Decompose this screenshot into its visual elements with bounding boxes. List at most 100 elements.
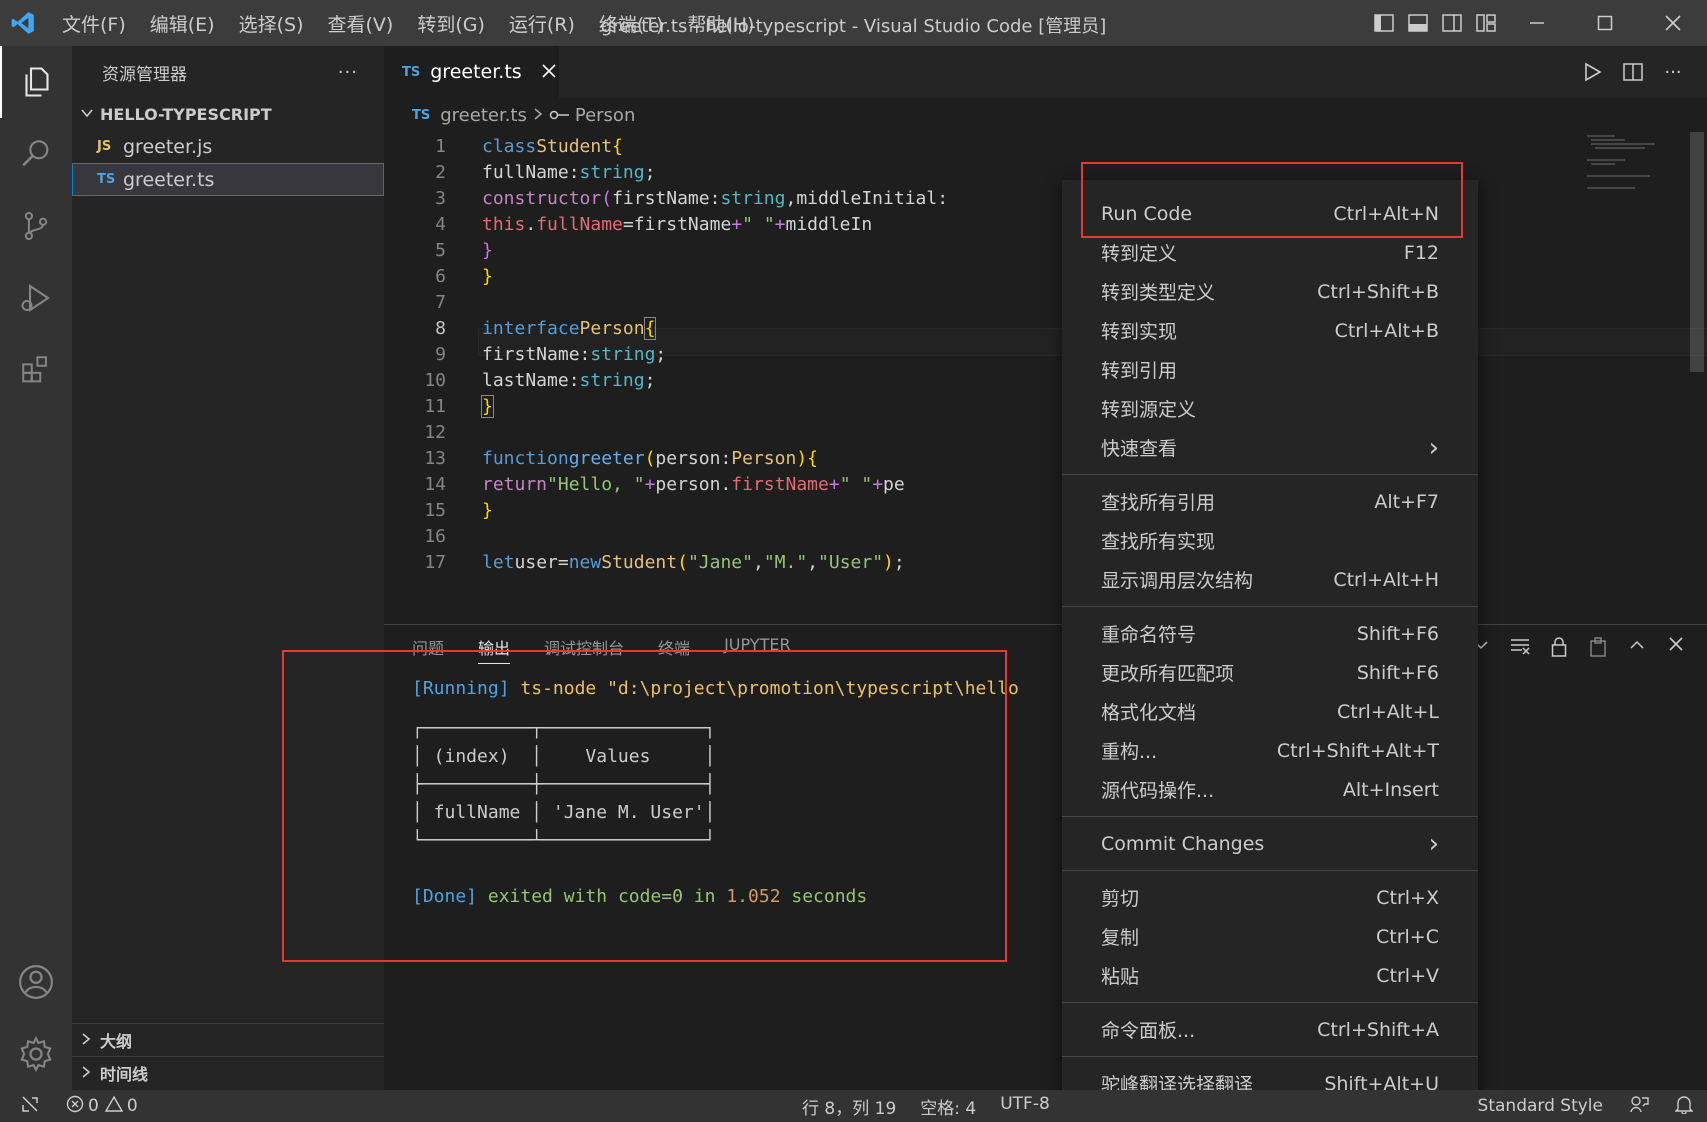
context-menu-item[interactable]: 转到实现 Ctrl+Alt+B bbox=[1062, 311, 1478, 350]
tab-problems[interactable]: 问题 bbox=[412, 635, 444, 664]
tab-terminal[interactable]: 终端 bbox=[658, 635, 690, 664]
search-icon[interactable] bbox=[0, 118, 72, 190]
context-menu-item[interactable]: 查找所有实现 bbox=[1062, 521, 1478, 560]
more-actions-icon[interactable]: ··· bbox=[338, 62, 358, 83]
menu-item-shortcut: Ctrl+Shift+A bbox=[1317, 1018, 1439, 1041]
submenu-chevron-icon: › bbox=[1428, 432, 1439, 463]
tab-jupyter[interactable]: JUPYTER bbox=[724, 635, 791, 664]
context-menu: Run Code Ctrl+Alt+N 转到定义 F12 转到类型定义 Ctrl+Shif… bbox=[1062, 180, 1478, 1100]
menu-view[interactable]: 查看(V) bbox=[328, 10, 394, 37]
code-style[interactable]: Standard Style bbox=[1478, 1096, 1603, 1116]
ts-file-icon: TS bbox=[97, 172, 116, 187]
menu-item-label: 转到实现 bbox=[1101, 321, 1178, 343]
close-tab-icon[interactable] bbox=[542, 61, 556, 83]
context-menu-item[interactable]: 源代码操作... Alt+Insert bbox=[1062, 770, 1478, 809]
source-control-icon[interactable] bbox=[0, 190, 72, 262]
menu-help[interactable]: 帮助(H) bbox=[687, 10, 754, 37]
context-menu-item[interactable]: 命令面板... Ctrl+Shift+A bbox=[1062, 1010, 1478, 1049]
remote-icon[interactable] bbox=[20, 1094, 40, 1119]
interface-symbol-icon bbox=[549, 105, 569, 126]
extensions-icon[interactable] bbox=[0, 334, 72, 406]
menu-item-shortcut: Ctrl+Shift+B bbox=[1317, 280, 1439, 303]
menu-selection[interactable]: 选择(S) bbox=[239, 10, 304, 37]
menu-edit[interactable]: 编辑(E) bbox=[150, 10, 215, 37]
warning-icon[interactable] bbox=[104, 1095, 124, 1118]
file-item-greeter-ts[interactable]: TS greeter.ts bbox=[72, 163, 384, 196]
context-menu-item[interactable]: 显示调用层次结构 Ctrl+Alt+H bbox=[1062, 560, 1478, 599]
menu-item-shortcut: Ctrl+X bbox=[1376, 886, 1439, 909]
context-menu-item[interactable]: 重构... Ctrl+Shift+Alt+T bbox=[1062, 731, 1478, 770]
menu-item-label: 更改所有匹配项 bbox=[1101, 663, 1235, 685]
split-editor-icon[interactable] bbox=[1613, 63, 1653, 81]
notifications-bell-icon[interactable] bbox=[1674, 1094, 1694, 1119]
tab-output[interactable]: 输出 bbox=[478, 635, 511, 664]
lock-icon[interactable] bbox=[1539, 637, 1578, 657]
feedback-icon[interactable] bbox=[1629, 1094, 1649, 1119]
tab-debug-console[interactable]: 调试控制台 bbox=[544, 635, 624, 664]
close-panel-icon[interactable] bbox=[1656, 637, 1695, 657]
indentation[interactable]: 空格: 4 bbox=[920, 1094, 976, 1119]
breadcrumb-file[interactable]: greeter.ts bbox=[440, 105, 527, 126]
menu-item-shortcut: Ctrl+Shift+Alt+T bbox=[1276, 739, 1439, 762]
context-menu-item[interactable]: 快速查看 › bbox=[1062, 428, 1478, 467]
context-menu-item[interactable]: 更改所有匹配项 Shift+F6 bbox=[1062, 653, 1478, 692]
menu-item-label: 查找所有实现 bbox=[1101, 531, 1216, 553]
context-menu-item[interactable]: Run Code Ctrl+Alt+N bbox=[1062, 194, 1478, 233]
toggle-panel-icon[interactable] bbox=[1401, 0, 1435, 46]
context-menu-item[interactable]: Commit Changes › bbox=[1062, 824, 1478, 863]
encoding[interactable]: UTF-8 bbox=[1000, 1094, 1050, 1119]
manage-gear-icon[interactable] bbox=[0, 1018, 72, 1090]
explorer-icon[interactable] bbox=[0, 46, 72, 118]
cursor-position[interactable]: 行 8，列 19 bbox=[802, 1094, 896, 1119]
context-menu-item[interactable]: 查找所有引用 Alt+F7 bbox=[1062, 482, 1478, 521]
error-icon[interactable] bbox=[66, 1095, 84, 1118]
toggle-sidebar-icon[interactable] bbox=[1367, 0, 1401, 46]
accounts-icon[interactable] bbox=[0, 946, 72, 1018]
folder-header[interactable]: HELLO-TYPESCRIPT bbox=[72, 98, 384, 130]
menu-go[interactable]: 转到(G) bbox=[417, 10, 485, 37]
menu-bar: 文件(F) 编辑(E) 选择(S) 查看(V) 转到(G) 运行(R) 终端(T… bbox=[62, 10, 778, 37]
customize-layout-icon[interactable] bbox=[1469, 0, 1503, 46]
code-editor[interactable]: 1 class Student { 2 fullName: string; 3 c… bbox=[384, 132, 1707, 620]
minimize-icon[interactable] bbox=[1503, 0, 1571, 46]
toggle-secondary-sidebar-icon[interactable] bbox=[1435, 0, 1469, 46]
editor-more-icon[interactable]: ··· bbox=[1653, 62, 1693, 83]
context-menu-item[interactable]: 转到源定义 bbox=[1062, 389, 1478, 428]
maximize-icon[interactable] bbox=[1571, 0, 1639, 46]
menu-item-label: 剪切 bbox=[1101, 888, 1140, 910]
context-menu-item[interactable]: 格式化文档 Ctrl+Alt+L bbox=[1062, 692, 1478, 731]
minimap[interactable] bbox=[1585, 132, 1685, 192]
folder-name: HELLO-TYPESCRIPT bbox=[100, 104, 272, 124]
menu-item-shortcut: Ctrl+Alt+N bbox=[1333, 202, 1439, 225]
done-line: [Done] exited with code=0 in 1.052 secon… bbox=[412, 886, 868, 907]
close-window-icon[interactable] bbox=[1639, 0, 1707, 46]
context-menu-item[interactable]: 剪切 Ctrl+X bbox=[1062, 878, 1478, 917]
menu-terminal[interactable]: 终端(T) bbox=[599, 10, 663, 37]
clear-output-icon[interactable] bbox=[1500, 637, 1539, 657]
open-in-editor-icon[interactable] bbox=[1578, 637, 1617, 657]
menu-item-label: 重构... bbox=[1101, 741, 1158, 763]
breadcrumb-symbol[interactable]: Person bbox=[575, 105, 636, 126]
maximize-panel-icon[interactable] bbox=[1617, 637, 1656, 657]
run-code-icon[interactable] bbox=[1573, 62, 1613, 82]
error-count: 0 bbox=[88, 1096, 99, 1116]
run-debug-icon[interactable] bbox=[0, 262, 72, 334]
context-menu-item[interactable]: 转到定义 F12 bbox=[1062, 233, 1478, 272]
activity-bar bbox=[0, 46, 72, 1090]
warning-count: 0 bbox=[126, 1096, 138, 1116]
explorer-header: 资源管理器 ··· bbox=[72, 46, 384, 98]
outline-section[interactable]: 大纲 bbox=[72, 1023, 384, 1056]
timeline-section[interactable]: 时间线 bbox=[72, 1056, 384, 1089]
editor-scrollbar[interactable] bbox=[1690, 132, 1704, 372]
tab-greeter-ts[interactable]: TS greeter.ts bbox=[384, 46, 559, 98]
ts-file-icon: TS bbox=[412, 107, 431, 123]
menu-run[interactable]: 运行(R) bbox=[509, 10, 575, 37]
context-menu-item[interactable]: 转到类型定义 Ctrl+Shift+B bbox=[1062, 272, 1478, 311]
context-menu-item[interactable]: 粘贴 Ctrl+V bbox=[1062, 956, 1478, 995]
file-item-greeter-js[interactable]: JS greeter.js bbox=[72, 130, 384, 163]
context-menu-item[interactable]: 复制 Ctrl+C bbox=[1062, 917, 1478, 956]
context-menu-item[interactable]: 重命名符号 Shift+F6 bbox=[1062, 614, 1478, 653]
menu-file[interactable]: 文件(F) bbox=[62, 10, 126, 37]
context-menu-item[interactable]: 转到引用 bbox=[1062, 350, 1478, 389]
js-file-icon: JS bbox=[97, 139, 112, 154]
